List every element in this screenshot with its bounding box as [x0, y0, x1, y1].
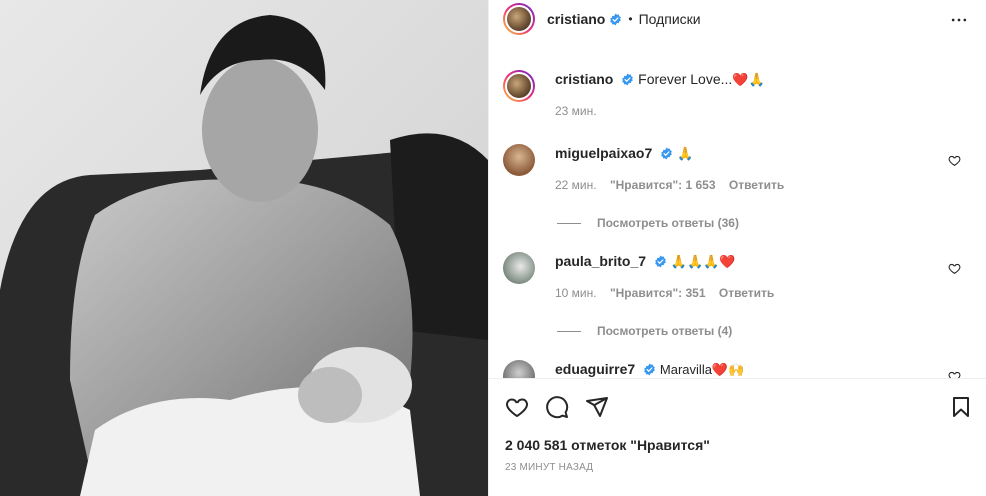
- caption-username[interactable]: cristiano: [555, 71, 613, 87]
- verified-badge-icon: [655, 255, 666, 268]
- heart-icon[interactable]: [505, 395, 529, 419]
- replies-divider: [557, 222, 581, 224]
- author-username[interactable]: cristiano: [547, 11, 605, 27]
- comment-text: Maravilla❤️🙌: [659, 362, 745, 377]
- comments-list[interactable]: cristiano Forever Love...❤️🙏 23 мин. mig…: [489, 56, 986, 378]
- caption-emoji: ❤️🙏: [732, 72, 765, 87]
- verified-badge-icon: [644, 363, 655, 376]
- verified-badge-icon: [610, 13, 622, 25]
- caption-text: Forever Love...: [638, 71, 733, 87]
- view-replies-button[interactable]: Посмотреть ответы (36): [557, 216, 739, 230]
- view-replies-label: Посмотреть ответы (4): [597, 324, 733, 338]
- caption-time: 23 мин.: [555, 104, 597, 118]
- post-panel: cristiano • Подписки cristiano Forever L…: [488, 0, 986, 496]
- share-icon[interactable]: [585, 395, 609, 419]
- comment-text: 🙏🙏🙏❤️: [670, 254, 736, 269]
- comment-username[interactable]: eduaguirre7: [555, 361, 635, 377]
- author-avatar[interactable]: [503, 3, 535, 35]
- reply-button[interactable]: Ответить: [719, 286, 774, 300]
- heart-icon[interactable]: [948, 262, 961, 275]
- post-photo[interactable]: [0, 0, 488, 496]
- reply-button[interactable]: Ответить: [729, 178, 784, 192]
- verified-badge-icon: [622, 73, 634, 86]
- comment-likes[interactable]: "Нравится": 351: [610, 286, 706, 300]
- following-button[interactable]: Подписки: [639, 11, 701, 27]
- commenter-avatar[interactable]: [503, 144, 535, 176]
- commenter-avatar[interactable]: [503, 360, 535, 378]
- comment-username[interactable]: paula_brito_7: [555, 253, 646, 269]
- bookmark-icon[interactable]: [949, 395, 973, 419]
- comment-likes[interactable]: "Нравится": 1 653: [610, 178, 716, 192]
- view-replies-button[interactable]: Посмотреть ответы (4): [557, 324, 732, 338]
- more-horizontal-icon[interactable]: [949, 10, 969, 30]
- commenter-avatar[interactable]: [503, 252, 535, 284]
- comment-time: 22 мин.: [555, 178, 597, 192]
- replies-divider: [557, 330, 581, 332]
- post-actions: 2 040 581 отметок "Нравится" 23 МИНУТ НА…: [489, 378, 986, 496]
- heart-icon[interactable]: [948, 370, 961, 378]
- view-replies-label: Посмотреть ответы (36): [597, 216, 739, 230]
- comment-icon[interactable]: [545, 395, 569, 419]
- caption-avatar[interactable]: [503, 70, 535, 102]
- separator-dot: •: [628, 12, 633, 26]
- likes-count[interactable]: 2 040 581 отметок "Нравится": [505, 437, 710, 453]
- comment-text: 🙏: [677, 146, 694, 161]
- comment-time: 10 мин.: [555, 286, 597, 300]
- comment-username[interactable]: miguelpaixao7: [555, 145, 652, 161]
- post-timestamp[interactable]: 23 МИНУТ НАЗАД: [505, 462, 593, 473]
- post-header: cristiano • Подписки: [489, 0, 986, 38]
- verified-badge-icon: [661, 147, 673, 160]
- heart-icon[interactable]: [948, 154, 961, 167]
